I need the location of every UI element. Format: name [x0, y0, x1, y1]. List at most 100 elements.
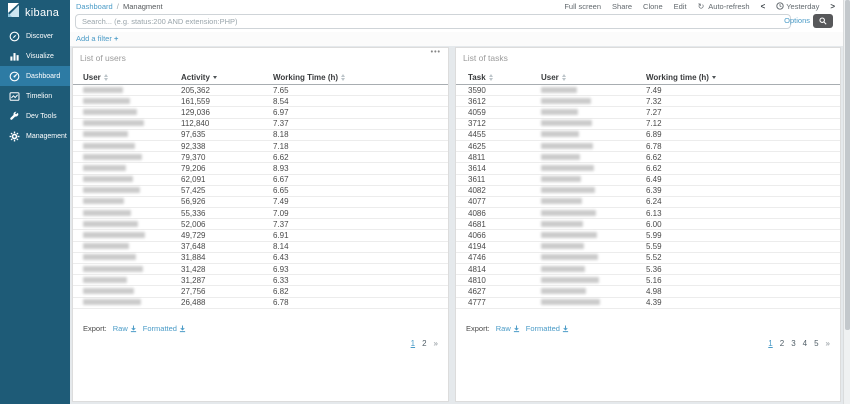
cell-value: 62,091	[181, 175, 273, 184]
cell-value: 4681	[468, 220, 541, 229]
cell-value: 57,425	[181, 186, 273, 195]
pagination-page-3[interactable]: 3	[791, 339, 795, 348]
toolbar-edit-button[interactable]: Edit	[674, 2, 687, 11]
sidebar-item-dashboard[interactable]: Dashboard	[0, 66, 70, 86]
export-raw-link[interactable]: Raw	[496, 324, 520, 333]
cell-value: 3612	[468, 97, 541, 106]
export-formatted-link[interactable]: Formatted	[143, 324, 186, 333]
search-options-link[interactable]: Options	[784, 16, 810, 25]
users-table-row: 161,5598.54	[73, 96, 448, 107]
toolbar-full-screen-button[interactable]: Full screen	[564, 2, 601, 11]
breadcrumb-dashboard-link[interactable]: Dashboard	[76, 2, 113, 11]
cell-value: 27,756	[181, 287, 273, 296]
search-button[interactable]	[813, 14, 833, 28]
cell-value: 5.52	[646, 253, 832, 262]
cell-value: 7.12	[646, 119, 832, 128]
auto-refresh-button[interactable]: ↻Auto-refresh	[698, 2, 750, 11]
cell-value: 8.93	[273, 164, 440, 173]
tasks-table-row: 40776.24	[456, 197, 840, 208]
cell-value: 6.24	[646, 197, 832, 206]
toolbar-share-button[interactable]: Share	[612, 2, 632, 11]
pagination-next[interactable]: »	[434, 339, 438, 348]
export-raw-link[interactable]: Raw	[113, 324, 137, 333]
cell-value: 6.67	[273, 175, 440, 184]
redacted-user-name	[83, 210, 131, 216]
time-back-chevron-icon[interactable]: <	[761, 2, 766, 11]
sidebar-item-visualize[interactable]: Visualize	[0, 46, 70, 66]
users-table-row: 31,4286.93	[73, 264, 448, 275]
cell-value: 6.33	[273, 276, 440, 285]
sidebar-item-discover[interactable]: Discover	[0, 26, 70, 46]
time-forward-chevron-icon[interactable]: >	[830, 2, 835, 11]
scrollbar-thumb[interactable]	[845, 0, 850, 330]
tasks-table-row: 35907.49	[456, 85, 840, 96]
redacted-user-name	[83, 243, 129, 249]
cell-value: 7.18	[273, 142, 440, 151]
compass-icon	[8, 30, 20, 42]
sort-icon	[341, 74, 345, 81]
cell-value: 4.98	[646, 287, 832, 296]
panel-menu-ellipsis-icon[interactable]: •••	[431, 49, 441, 56]
sidebar-item-management[interactable]: Management	[0, 126, 70, 146]
toolbar-clone-button[interactable]: Clone	[643, 2, 663, 11]
cell-value: 26,488	[181, 298, 273, 307]
cell-value: 5.36	[646, 265, 832, 274]
search-bar: Options	[70, 13, 843, 32]
top-bar: Dashboard / Managment Full screenShareCl…	[70, 0, 843, 13]
pagination-page-2[interactable]: 2	[780, 339, 784, 348]
add-filter-link[interactable]: Add a filter +	[76, 34, 118, 43]
tasks-column-header-working-time-h[interactable]: Working time (h)	[646, 73, 832, 82]
panel-list-of-tasks: List of tasks TaskUserWorking time (h) 3…	[455, 47, 841, 402]
users-table-row: 57,4256.65	[73, 186, 448, 197]
cell-value: 7.09	[273, 209, 440, 218]
tasks-table-row: 37127.12	[456, 119, 840, 130]
cell-value: 4455	[468, 130, 541, 139]
export-formatted-link[interactable]: Formatted	[526, 324, 569, 333]
cell-value: 31,428	[181, 265, 273, 274]
kibana-logo[interactable]: kibana	[0, 0, 70, 26]
refresh-icon: ↻	[698, 2, 705, 11]
users-column-header-user[interactable]: User	[83, 73, 181, 82]
cell-value: 6.78	[646, 142, 832, 151]
search-icon	[819, 17, 827, 25]
pagination-page-1[interactable]: 1	[411, 339, 415, 348]
cell-value: 8.18	[273, 130, 440, 139]
cell-value: 112,840	[181, 119, 273, 128]
cell-value: 4777	[468, 298, 541, 307]
sidebar-item-timelion[interactable]: Timelion	[0, 86, 70, 106]
redacted-user-name	[541, 109, 578, 115]
pagination-page-2[interactable]: 2	[422, 339, 426, 348]
cell-value: 4811	[468, 153, 541, 162]
add-filter-label: Add a filter	[76, 34, 112, 43]
users-column-header-working-time-h[interactable]: Working Time (h)	[273, 73, 440, 82]
cell-value: 92,338	[181, 142, 273, 151]
cell-value: 5.16	[646, 276, 832, 285]
tasks-column-header-task[interactable]: Task	[468, 73, 541, 82]
download-icon	[562, 325, 569, 333]
main-content: Dashboard / Managment Full screenShareCl…	[70, 0, 843, 404]
pagination-page-1[interactable]: 1	[768, 339, 772, 348]
cell-value: 6.13	[646, 209, 832, 218]
cell-value: 7.32	[646, 97, 832, 106]
users-column-header-activity[interactable]: Activity	[181, 73, 273, 82]
users-table-header: UserActivityWorking Time (h)	[73, 71, 448, 85]
tasks-column-header-user[interactable]: User	[541, 73, 646, 82]
pagination-page-5[interactable]: 5	[814, 339, 818, 348]
sidebar-item-dev-tools[interactable]: Dev Tools	[0, 106, 70, 126]
redacted-user-name	[83, 266, 143, 272]
pagination-page-4[interactable]: 4	[803, 339, 807, 348]
pagination-next[interactable]: »	[826, 339, 830, 348]
redacted-user-name	[83, 165, 126, 171]
redacted-user-name	[83, 187, 140, 193]
redacted-user-name	[541, 176, 581, 182]
kibana-logo-icon	[7, 3, 20, 23]
search-input[interactable]	[75, 14, 791, 29]
redacted-user-name	[83, 120, 144, 126]
tasks-table-row: 48105.16	[456, 275, 840, 286]
cell-value: 56,926	[181, 197, 273, 206]
tasks-table-row: 46256.78	[456, 141, 840, 152]
redacted-user-name	[83, 198, 124, 204]
timepicker-button[interactable]: Yesterday	[776, 2, 819, 12]
page-scrollbar[interactable]	[843, 0, 850, 404]
redacted-user-name	[83, 277, 127, 283]
